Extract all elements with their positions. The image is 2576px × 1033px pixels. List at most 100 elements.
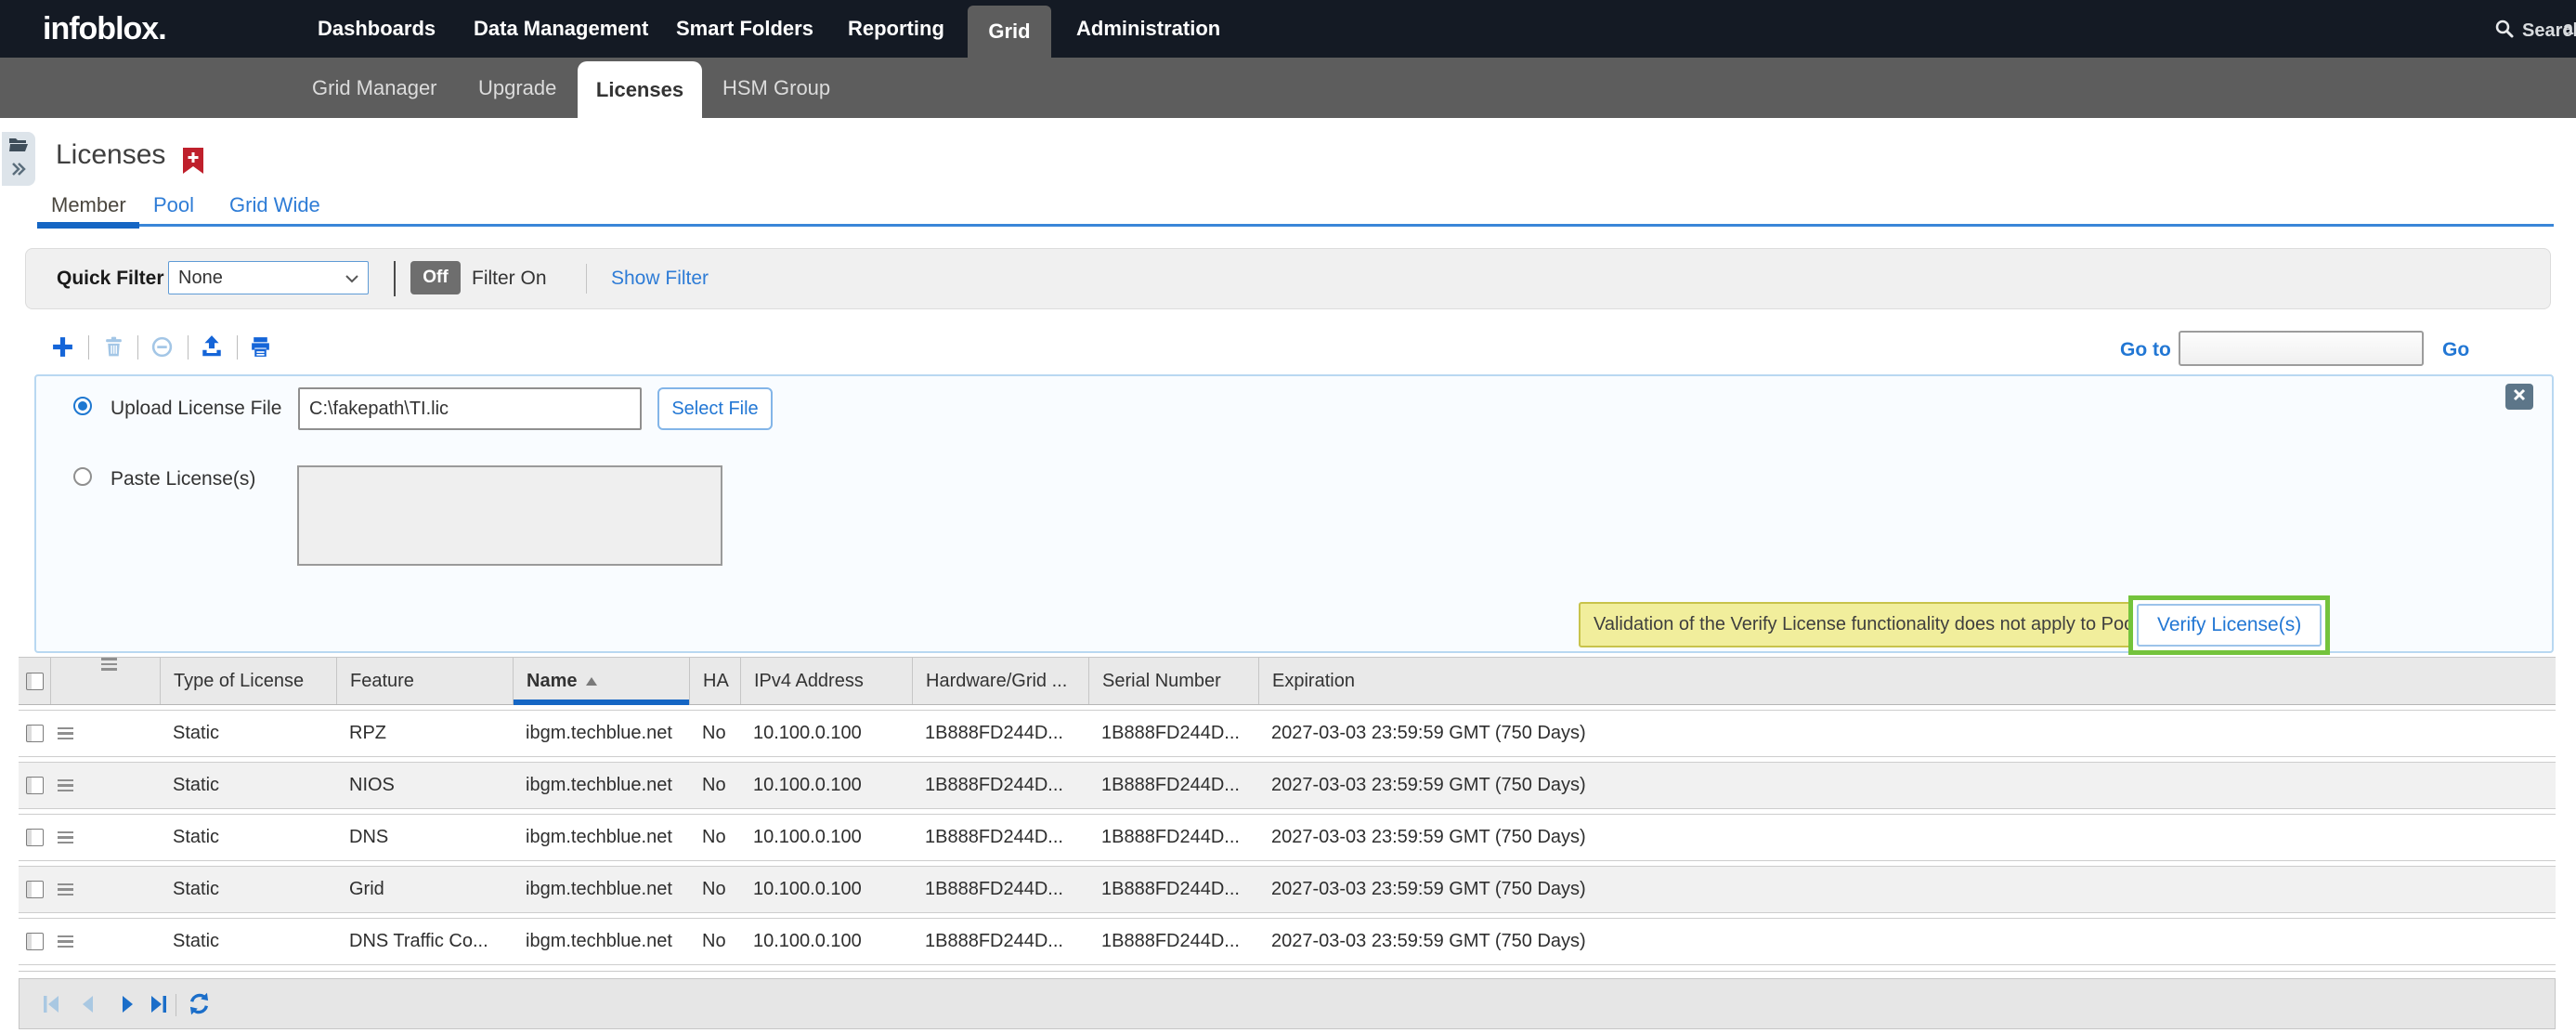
goto-label: Go to — [2120, 339, 2171, 361]
cell-ipv4: 10.100.0.100 — [740, 931, 912, 952]
subnav-hsm-group[interactable]: HSM Group — [722, 58, 830, 118]
add-button[interactable] — [51, 335, 74, 363]
header-menu-cell — [50, 658, 160, 704]
quick-filter-label: Quick Filter — [57, 268, 164, 290]
table-row[interactable]: Static DNS ibgm.techblue.net No 10.100.0… — [19, 814, 2556, 861]
account-menu[interactable]: ad — [2563, 19, 2576, 40]
row-menu-icon[interactable] — [50, 727, 160, 740]
cell-ipv4: 10.100.0.100 — [740, 723, 912, 744]
tab-pool[interactable]: Pool — [153, 193, 194, 217]
page-title: Licenses — [56, 139, 165, 171]
cell-name: ibgm.techblue.net — [513, 827, 689, 848]
col-feature[interactable]: Feature — [336, 658, 513, 704]
col-type-of-license[interactable]: Type of License — [160, 658, 336, 704]
table-row[interactable]: Static Grid ibgm.techblue.net No 10.100.… — [19, 866, 2556, 913]
cell-hardware: 1B888FD244D... — [912, 775, 1088, 796]
cell-serial: 1B888FD244D... — [1088, 931, 1258, 952]
cell-expiration: 2027-03-03 23:59:59 GMT (750 Days) — [1258, 723, 2556, 744]
col-ha[interactable]: HA — [689, 658, 740, 704]
verify-licenses-button[interactable]: Verify License(s) — [2137, 604, 2322, 647]
subnav-grid-manager[interactable]: Grid Manager — [312, 58, 437, 118]
row-checkbox[interactable] — [26, 725, 44, 742]
cell-feature: Grid — [336, 879, 513, 900]
row-checkbox[interactable] — [26, 933, 44, 950]
verify-highlight-box: Verify License(s) — [2128, 595, 2330, 655]
licenses-table: Type of License Feature Name HA IPv4 Add… — [19, 657, 2556, 965]
col-ipv4-address[interactable]: IPv4 Address — [740, 658, 912, 704]
row-menu-icon[interactable] — [50, 883, 160, 896]
upload-file-label: Upload License File — [111, 398, 281, 420]
nav-reporting[interactable]: Reporting — [848, 0, 944, 58]
cell-name: ibgm.techblue.net — [513, 879, 689, 900]
nav-data-management[interactable]: Data Management — [474, 0, 648, 58]
bookmark-add-icon[interactable] — [183, 148, 203, 178]
tab-grid-wide[interactable]: Grid Wide — [229, 193, 320, 217]
nav-dashboards[interactable]: Dashboards — [318, 0, 436, 58]
nav-administration[interactable]: Administration — [1076, 0, 1220, 58]
cell-type: Static — [160, 931, 336, 952]
header-select-cell — [19, 658, 50, 704]
row-checkbox[interactable] — [26, 829, 44, 846]
refresh-icon[interactable] — [187, 991, 209, 1013]
col-expiration[interactable]: Expiration — [1258, 658, 2556, 704]
finder-collapse-panel[interactable] — [2, 132, 35, 186]
row-checkbox[interactable] — [26, 881, 44, 898]
close-panel-button[interactable] — [2505, 384, 2533, 410]
quick-filter-select[interactable]: None — [168, 261, 369, 294]
toolbar-divider — [88, 335, 89, 360]
filter-divider-2 — [586, 264, 587, 294]
subnav-licenses-active[interactable]: Licenses — [578, 61, 702, 118]
tab-member[interactable]: Member — [51, 193, 126, 217]
row-checkbox[interactable] — [26, 777, 44, 794]
go-button[interactable]: Go — [2442, 339, 2469, 361]
nav-smart-folders[interactable]: Smart Folders — [676, 0, 813, 58]
sort-asc-icon — [586, 677, 597, 686]
top-nav-bar: infoblox. Dashboards Data Management Sma… — [0, 0, 2576, 58]
print-button[interactable] — [249, 335, 272, 363]
table-row[interactable]: Static NIOS ibgm.techblue.net No 10.100.… — [19, 762, 2556, 809]
prev-page-icon[interactable] — [78, 993, 100, 1015]
col-hardware-grid[interactable]: Hardware/Grid ... — [912, 658, 1088, 704]
cell-expiration: 2027-03-03 23:59:59 GMT (750 Days) — [1258, 775, 2556, 796]
cell-serial: 1B888FD244D... — [1088, 827, 1258, 848]
toolbar-divider — [188, 335, 189, 360]
select-file-button[interactable]: Select File — [657, 387, 773, 430]
toolbar-divider — [237, 335, 238, 360]
next-page-icon[interactable] — [115, 993, 137, 1015]
table-header-row: Type of License Feature Name HA IPv4 Add… — [19, 657, 2556, 705]
row-menu-icon[interactable] — [50, 935, 160, 948]
table-bottom-border — [19, 971, 2556, 972]
upload-file-radio[interactable] — [73, 397, 92, 415]
select-all-checkbox[interactable] — [26, 673, 44, 690]
cell-feature: NIOS — [336, 775, 513, 796]
cell-ipv4: 10.100.0.100 — [740, 775, 912, 796]
disable-button[interactable] — [150, 335, 174, 363]
cell-ipv4: 10.100.0.100 — [740, 827, 912, 848]
show-filter-link[interactable]: Show Filter — [611, 268, 709, 290]
table-row[interactable]: Static DNS Traffic Co... ibgm.techblue.n… — [19, 918, 2556, 965]
table-row[interactable]: Static RPZ ibgm.techblue.net No 10.100.0… — [19, 710, 2556, 757]
cell-type: Static — [160, 879, 336, 900]
subnav-upgrade[interactable]: Upgrade — [478, 58, 556, 118]
upload-button[interactable] — [200, 334, 224, 363]
delete-button[interactable] — [102, 335, 125, 363]
row-menu-icon[interactable] — [50, 831, 160, 844]
cell-ha: No — [689, 931, 740, 952]
row-menu-icon[interactable] — [50, 779, 160, 792]
cell-name: ibgm.techblue.net — [513, 723, 689, 744]
cell-ha: No — [689, 723, 740, 744]
col-serial-number[interactable]: Serial Number — [1088, 658, 1258, 704]
goto-input[interactable] — [2179, 331, 2424, 366]
filter-toggle-button[interactable]: Off — [410, 261, 461, 294]
last-page-icon[interactable] — [147, 993, 169, 1015]
first-page-icon[interactable] — [41, 993, 63, 1015]
cell-type: Static — [160, 723, 336, 744]
paste-license-textarea[interactable] — [297, 465, 722, 566]
nav-grid-active[interactable]: Grid — [968, 6, 1051, 59]
paste-license-radio[interactable] — [73, 467, 92, 486]
license-file-input[interactable] — [298, 387, 642, 430]
cell-name: ibgm.techblue.net — [513, 775, 689, 796]
close-icon — [2513, 388, 2526, 406]
cell-feature: DNS — [336, 827, 513, 848]
col-name-sorted[interactable]: Name — [513, 658, 689, 704]
